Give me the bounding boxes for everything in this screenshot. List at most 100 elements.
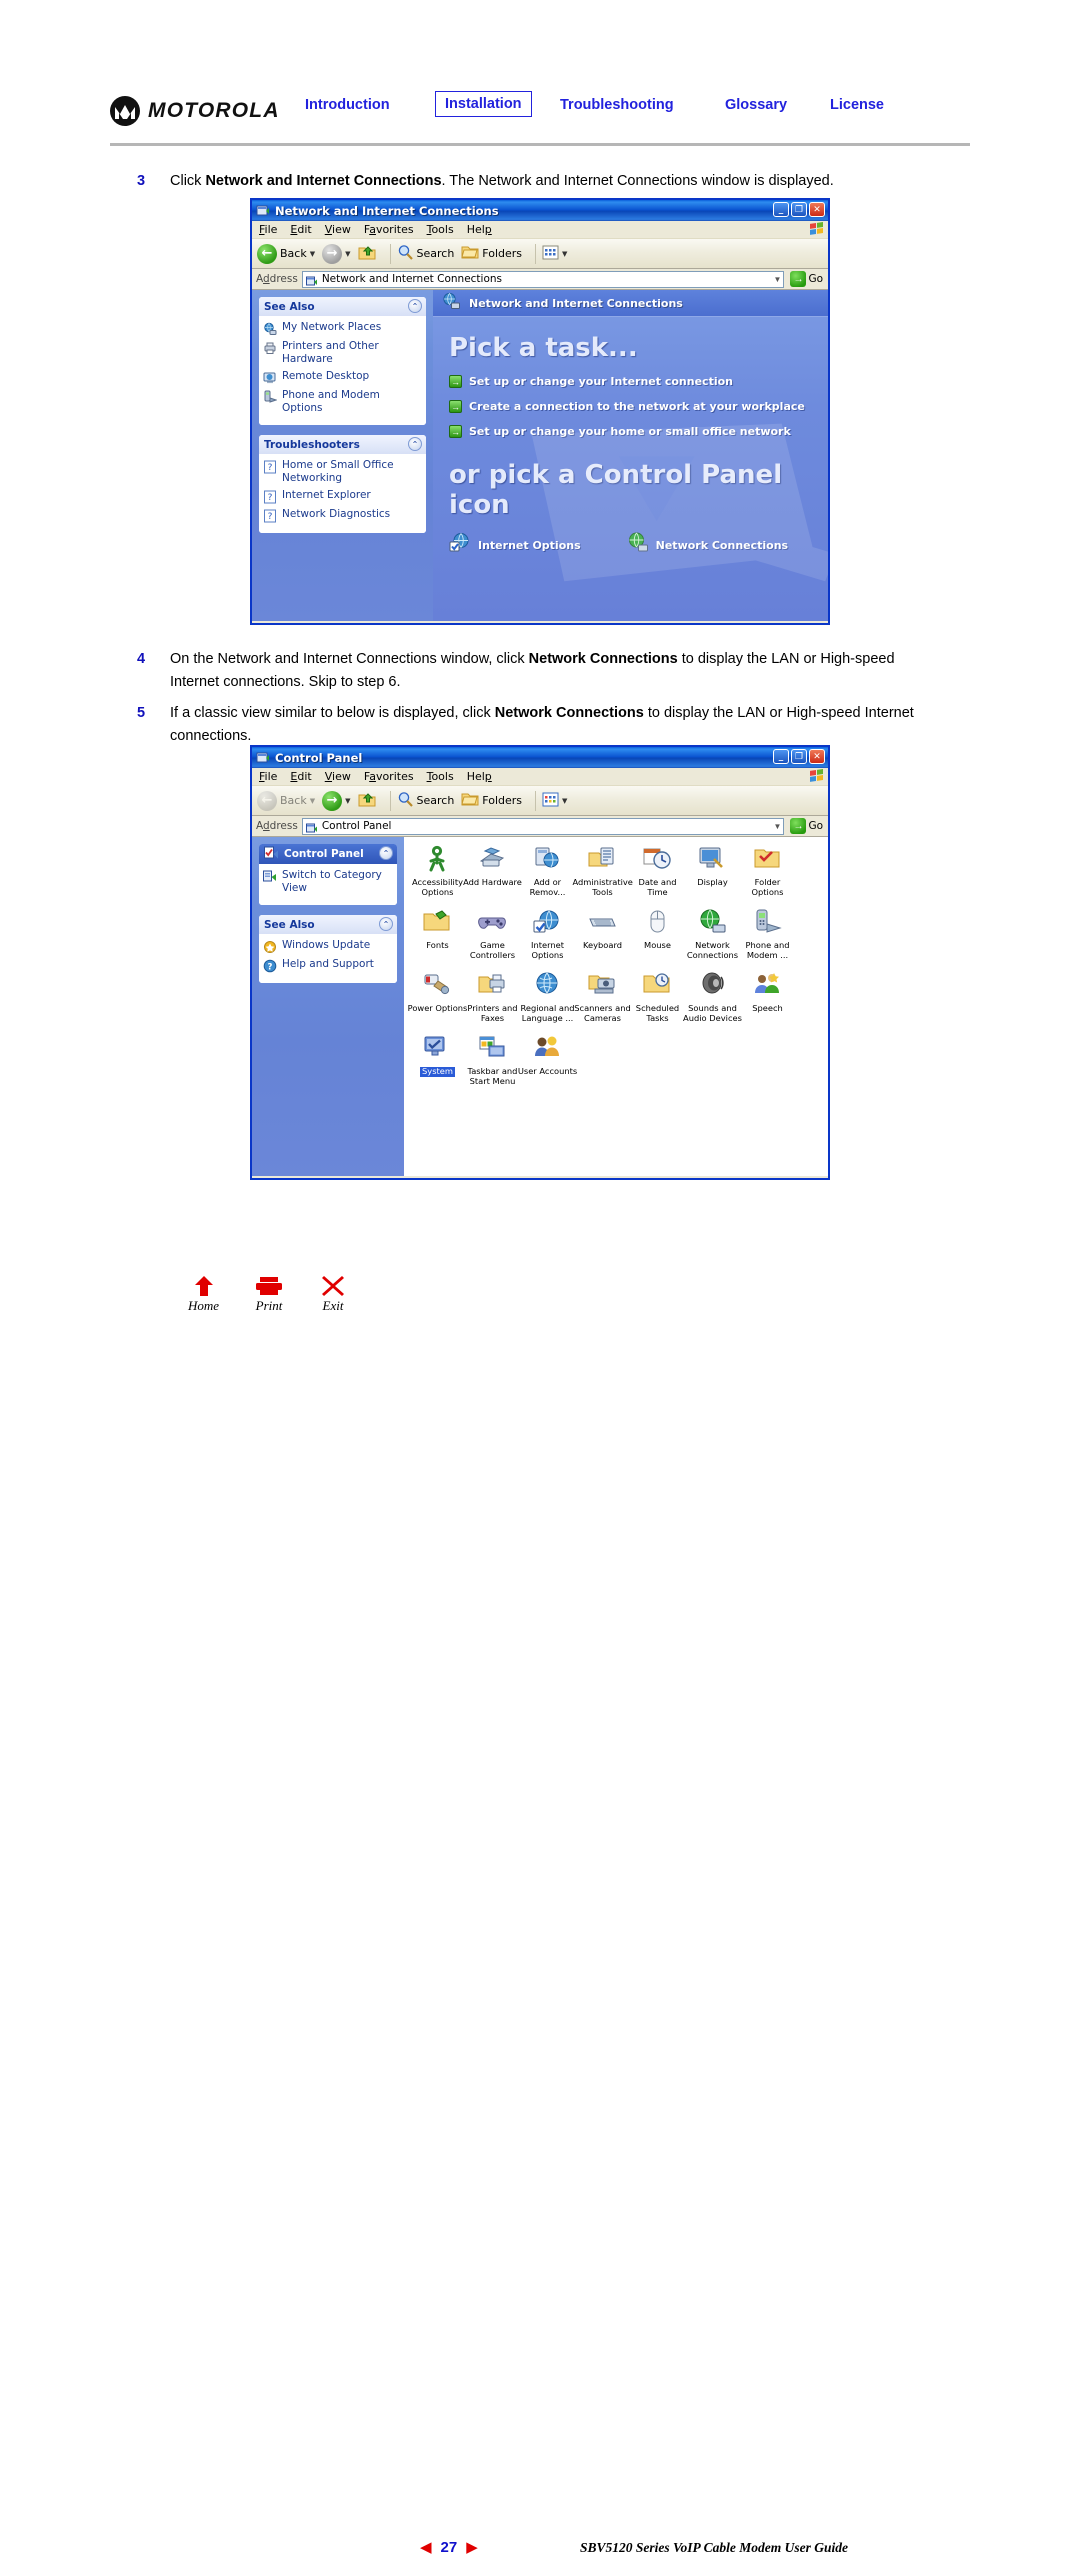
- views-button[interactable]: ▼: [542, 245, 567, 263]
- administrative-tools-icon: [587, 845, 619, 875]
- menu-view[interactable]: View: [325, 770, 351, 783]
- cp-item-administrative-tools[interactable]: Administrative Tools: [573, 845, 633, 897]
- chevron-up-icon[interactable]: ⌃: [408, 299, 422, 313]
- menu-edit[interactable]: Edit: [290, 770, 311, 783]
- menu-help[interactable]: Help: [467, 223, 492, 236]
- up-button[interactable]: [358, 243, 377, 264]
- cp-item-printers-and-faxes[interactable]: Printers and Faxes: [465, 971, 520, 1023]
- menu-help[interactable]: Help: [467, 770, 492, 783]
- home-button[interactable]: Home: [188, 1273, 219, 1314]
- forward-button[interactable]: → ▼: [322, 790, 351, 811]
- print-button[interactable]: Print: [255, 1273, 283, 1314]
- cp-item-add-hardware[interactable]: Add Hardware: [463, 845, 522, 897]
- task-item-network-diagnostics[interactable]: ? Network Diagnostics: [263, 508, 422, 523]
- nav-troubleshooting[interactable]: Troubleshooting: [560, 97, 674, 113]
- folders-button[interactable]: Folders: [461, 244, 522, 263]
- cp-item-date-and-time[interactable]: Date and Time: [630, 845, 685, 897]
- nav-introduction[interactable]: Introduction: [305, 97, 390, 113]
- task-item-my-network-places[interactable]: My Network Places: [263, 321, 422, 336]
- next-page-arrow-icon[interactable]: ▶: [466, 2538, 478, 2556]
- task-item-windows-update[interactable]: Windows Update: [263, 939, 393, 954]
- cp-item-internet-options[interactable]: Internet Options: [520, 908, 575, 960]
- nav-glossary[interactable]: Glossary: [725, 97, 787, 113]
- views-button[interactable]: ▼: [542, 792, 567, 810]
- search-button[interactable]: Search: [397, 791, 454, 811]
- forward-dropdown-caret-icon[interactable]: ▼: [345, 797, 350, 805]
- cp-item-phone-and-modem[interactable]: Phone and Modem ...: [740, 908, 795, 960]
- menu-edit[interactable]: Edit: [290, 223, 311, 236]
- address-dropdown-caret-icon[interactable]: ▼: [774, 822, 782, 831]
- previous-page-arrow-icon[interactable]: ◀: [420, 2538, 432, 2556]
- keyboard-icon: [587, 908, 619, 938]
- cp-item-taskbar-and-start-menu[interactable]: Taskbar and Start Menu: [465, 1034, 520, 1086]
- forward-dropdown-caret-icon[interactable]: ▼: [345, 250, 350, 258]
- address-dropdown-caret-icon[interactable]: ▼: [774, 275, 782, 284]
- views-dropdown-caret-icon[interactable]: ▼: [562, 250, 567, 258]
- maximize-button[interactable]: ❐: [791, 749, 807, 764]
- up-button[interactable]: [358, 790, 377, 811]
- nav-installation[interactable]: Installation: [435, 91, 532, 117]
- exit-button[interactable]: Exit: [322, 1273, 344, 1314]
- menu-favorites[interactable]: Favorites: [364, 223, 414, 236]
- menu-tools[interactable]: Tools: [427, 223, 454, 236]
- cp-item-sounds-and-audio-devices[interactable]: Sounds and Audio Devices: [683, 971, 742, 1023]
- close-button[interactable]: ✕: [809, 202, 825, 217]
- go-button[interactable]: → Go: [790, 271, 823, 287]
- page-header: MOTOROLA Introduction Installation Troub…: [110, 91, 970, 144]
- task-item-switch-to-category-view[interactable]: Switch to Category View: [263, 869, 393, 895]
- menu-file[interactable]: File: [259, 223, 277, 236]
- menu-file[interactable]: File: [259, 770, 277, 783]
- cp-item-folder-options[interactable]: Folder Options: [740, 845, 795, 897]
- close-x-icon: [322, 1273, 344, 1297]
- chevron-up-icon[interactable]: ⌃: [408, 437, 422, 451]
- cp-item-power-options[interactable]: Power Options: [408, 971, 467, 1023]
- folders-button[interactable]: Folders: [461, 791, 522, 810]
- back-dropdown-caret-icon[interactable]: ▼: [310, 250, 315, 258]
- minimize-button[interactable]: _: [773, 202, 789, 217]
- task-item-phone-and-modem-options[interactable]: Phone and Modem Options: [263, 389, 422, 415]
- cp-item-speech[interactable]: Speech: [740, 971, 795, 1023]
- cp-item-game-controllers[interactable]: Game Controllers: [465, 908, 520, 960]
- minimize-button[interactable]: _: [773, 749, 789, 764]
- views-dropdown-caret-icon[interactable]: ▼: [562, 797, 567, 805]
- task-item-help-and-support[interactable]: ? Help and Support: [263, 958, 393, 973]
- cp-item-network-connections[interactable]: Network Connections: [685, 908, 740, 960]
- menu-view[interactable]: View: [325, 223, 351, 236]
- cp-item-add-or-remove-programs[interactable]: Add or Remov...: [520, 845, 575, 897]
- chevron-up-icon[interactable]: ⌃: [379, 917, 393, 931]
- forward-button[interactable]: → ▼: [322, 243, 351, 264]
- network-places-icon: [263, 322, 277, 336]
- nav-license[interactable]: License: [830, 97, 884, 113]
- cp-item-accessibility-options[interactable]: Accessibility Options: [410, 845, 465, 897]
- help-question-icon: ?: [263, 490, 277, 504]
- task-item-printers-and-other-hardware[interactable]: Printers and Other Hardware: [263, 340, 422, 366]
- cp-item-keyboard[interactable]: Keyboard: [575, 908, 630, 960]
- maximize-button[interactable]: ❐: [791, 202, 807, 217]
- go-button[interactable]: → Go: [790, 818, 823, 834]
- cp-item-fonts[interactable]: Fonts: [410, 908, 465, 960]
- cp-item-scanners-and-cameras[interactable]: Scanners and Cameras: [574, 971, 631, 1023]
- see-also-items: Windows Update ? Help and Support: [259, 934, 397, 983]
- chevron-up-icon[interactable]: ⌃: [379, 846, 393, 860]
- cp-item-scheduled-tasks[interactable]: Scheduled Tasks: [630, 971, 685, 1023]
- address-input[interactable]: Network and Internet Connections ▼: [301, 270, 785, 288]
- window2-toolbar: ← Back ▼ → ▼ Search Folders ▼: [252, 786, 828, 816]
- menu-favorites[interactable]: Favorites: [364, 770, 414, 783]
- task-item-remote-desktop[interactable]: Remote Desktop: [263, 370, 422, 385]
- close-button[interactable]: ✕: [809, 749, 825, 764]
- motorola-m-icon: [110, 96, 140, 126]
- task-item-home-or-small-office-networking[interactable]: ? Home or Small Office Networking: [263, 459, 422, 485]
- cp-item-display[interactable]: Display: [685, 845, 740, 897]
- cp-item-label: Add or Remov...: [529, 877, 566, 897]
- address-label: Address: [256, 273, 298, 285]
- cp-item-mouse[interactable]: Mouse: [630, 908, 685, 960]
- cp-item-regional-and-language[interactable]: Regional and Language ...: [520, 971, 575, 1023]
- search-button[interactable]: Search: [397, 244, 454, 264]
- cp-item-system[interactable]: System: [410, 1034, 465, 1086]
- back-button[interactable]: ← Back ▼: [257, 243, 315, 264]
- cp-item-user-accounts[interactable]: User Accounts: [518, 1034, 577, 1086]
- address-input[interactable]: Control Panel ▼: [301, 817, 785, 835]
- task-item-internet-explorer[interactable]: ? Internet Explorer: [263, 489, 422, 504]
- task-link-internet-connection[interactable]: → Set up or change your Internet connect…: [449, 375, 828, 388]
- menu-tools[interactable]: Tools: [427, 770, 454, 783]
